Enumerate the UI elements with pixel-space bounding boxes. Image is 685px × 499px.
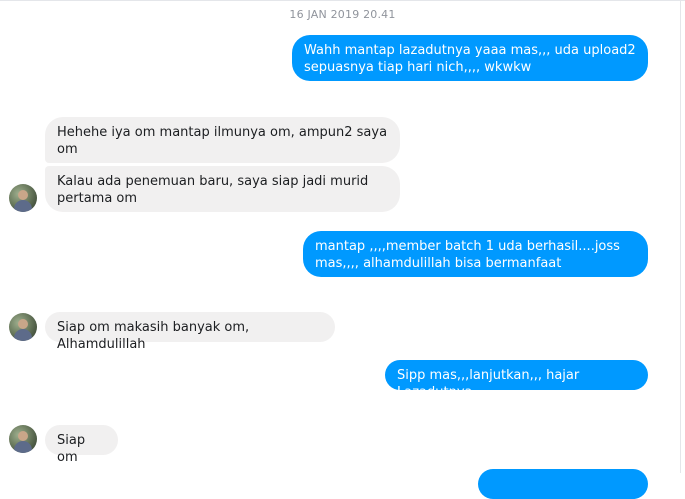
message-bubble-outgoing-partial[interactable]: [478, 469, 648, 499]
message-bubble-incoming[interactable]: Siap om makasih banyak om, Alhamdulillah: [45, 312, 335, 352]
message-bubble-outgoing[interactable]: mantap ,,,,member batch 1 uda berhasil..…: [303, 231, 648, 277]
contact-avatar[interactable]: [9, 425, 37, 453]
message-bubble-outgoing[interactable]: Sipp mas,,,lanjutkan,,, hajar Lazadutnya: [385, 360, 648, 400]
message-bubble-incoming[interactable]: Siap om: [45, 425, 118, 465]
top-divider: [0, 0, 685, 1]
right-divider: [680, 0, 681, 473]
message-bubble-outgoing[interactable]: Wahh mantap lazadutnya yaaa mas,,, uda u…: [292, 35, 648, 81]
message-bubble-incoming[interactable]: Kalau ada penemuan baru, saya siap jadi …: [45, 166, 400, 212]
conversation-timestamp: 16 JAN 2019 20.41: [289, 8, 396, 21]
contact-avatar[interactable]: [9, 313, 37, 341]
contact-avatar[interactable]: [9, 184, 37, 212]
message-bubble-incoming[interactable]: Hehehe iya om mantap ilmunya om, ampun2 …: [45, 117, 400, 163]
